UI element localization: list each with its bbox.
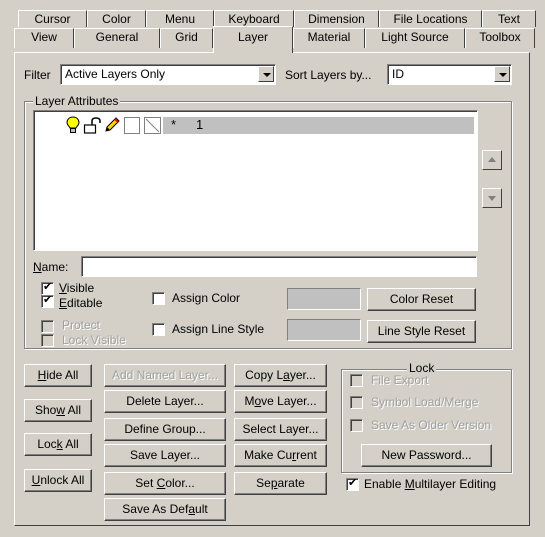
line-style-swatch bbox=[287, 319, 361, 341]
triangle-up-icon bbox=[488, 157, 496, 162]
layer-attributes-title: Layer Attributes bbox=[33, 94, 121, 108]
editable-label: Editable bbox=[59, 296, 103, 310]
sort-select[interactable]: ID bbox=[387, 64, 512, 85]
tab-toolbox[interactable]: Toolbox bbox=[465, 28, 535, 48]
layer-row-marker: * bbox=[171, 117, 177, 132]
filter-select[interactable]: Active Layers Only bbox=[60, 64, 276, 85]
line-style-reset-button[interactable]: Line Style Reset bbox=[367, 320, 476, 343]
new-password-button[interactable]: New Password... bbox=[361, 444, 492, 467]
tab-light-source[interactable]: Light Source bbox=[365, 28, 465, 48]
symbol-load-merge-label: Symbol Load/Merge bbox=[371, 395, 479, 409]
editable-checkbox[interactable] bbox=[41, 294, 54, 308]
list-item[interactable]: * 1 bbox=[36, 116, 474, 136]
filter-value: Active Layers Only bbox=[65, 67, 166, 81]
add-named-layer-button[interactable]: Add Named Layer... bbox=[104, 364, 226, 387]
select-layer-button[interactable]: Select Layer... bbox=[234, 418, 327, 441]
make-current-button[interactable]: Make Current bbox=[234, 444, 327, 467]
chevron-down-icon[interactable] bbox=[494, 66, 510, 82]
protect-checkbox[interactable] bbox=[41, 320, 54, 333]
enable-multilayer-label: Enable Multilayer Editing bbox=[364, 477, 497, 491]
sort-label: Sort Layers by... bbox=[285, 68, 372, 82]
pencil-icon[interactable] bbox=[104, 117, 120, 133]
delete-layer-button[interactable]: Delete Layer... bbox=[104, 390, 226, 413]
assign-line-style-checkbox[interactable] bbox=[152, 323, 165, 336]
tab-text[interactable]: Text bbox=[482, 10, 536, 27]
lightbulb-icon[interactable] bbox=[66, 116, 80, 134]
tab-menu[interactable]: Menu bbox=[146, 10, 214, 27]
file-export-checkbox[interactable] bbox=[350, 374, 363, 387]
lock-visible-label: Lock Visible bbox=[62, 333, 126, 347]
tab-color[interactable]: Color bbox=[87, 10, 146, 27]
visible-label: Visible bbox=[59, 281, 95, 295]
layer-list[interactable]: * 1 bbox=[33, 110, 478, 251]
enable-multilayer-checkbox[interactable] bbox=[346, 477, 359, 491]
tab-keyboard[interactable]: Keyboard bbox=[214, 10, 294, 27]
move-layer-button[interactable]: Move Layer... bbox=[234, 390, 327, 413]
move-down-button[interactable] bbox=[482, 188, 502, 208]
color-reset-button[interactable]: Color Reset bbox=[367, 288, 476, 311]
lock-all-button[interactable]: Lock All bbox=[24, 433, 92, 456]
save-layer-button[interactable]: Save Layer... bbox=[104, 444, 226, 467]
save-as-older-label: Save As Older Version bbox=[371, 418, 492, 432]
layer-row-id: 1 bbox=[196, 117, 204, 132]
layer-row-highlight[interactable] bbox=[163, 117, 474, 134]
lock-open-icon[interactable] bbox=[83, 117, 101, 134]
filter-label: Filter bbox=[24, 68, 51, 82]
save-as-older-checkbox[interactable] bbox=[350, 419, 363, 432]
tab-file-locations[interactable]: File Locations bbox=[379, 10, 482, 27]
assign-color-label: Assign Color bbox=[172, 291, 241, 305]
tab-material[interactable]: Material bbox=[293, 28, 365, 48]
save-as-default-button[interactable]: Save As Default bbox=[104, 498, 226, 521]
tab-grid[interactable]: Grid bbox=[160, 28, 213, 48]
name-input[interactable] bbox=[81, 256, 477, 277]
sort-value: ID bbox=[392, 67, 404, 81]
move-up-button[interactable] bbox=[482, 150, 502, 170]
set-color-button[interactable]: Set Color... bbox=[104, 472, 226, 495]
color-swatch bbox=[287, 288, 361, 310]
file-export-label: File Export bbox=[371, 373, 429, 387]
tab-cursor[interactable]: Cursor bbox=[18, 10, 87, 27]
chevron-down-icon[interactable] bbox=[258, 66, 274, 82]
assign-color-checkbox[interactable] bbox=[152, 292, 165, 305]
tab-general[interactable]: General bbox=[74, 28, 160, 48]
tab-view[interactable]: View bbox=[14, 28, 74, 48]
tab-layer[interactable]: Layer bbox=[213, 26, 293, 53]
tab-dimension[interactable]: Dimension bbox=[294, 10, 379, 27]
hide-all-button[interactable]: Hide All bbox=[24, 364, 92, 387]
triangle-down-icon bbox=[488, 196, 496, 201]
assign-line-style-label: Assign Line Style bbox=[172, 322, 265, 336]
unlock-all-button[interactable]: Unlock All bbox=[24, 469, 92, 492]
protect-label: Protect bbox=[62, 318, 101, 332]
color-swatch-icon[interactable] bbox=[124, 117, 140, 134]
line-style-icon[interactable] bbox=[144, 117, 161, 134]
lock-visible-checkbox[interactable] bbox=[41, 334, 54, 347]
symbol-load-merge-checkbox[interactable] bbox=[350, 396, 363, 409]
define-group-button[interactable]: Define Group... bbox=[104, 418, 226, 441]
show-all-button[interactable]: Show All bbox=[24, 399, 92, 422]
copy-layer-button[interactable]: Copy Layer... bbox=[234, 364, 327, 387]
name-label: Name: bbox=[33, 260, 69, 274]
separate-button[interactable]: Separate bbox=[234, 472, 327, 495]
